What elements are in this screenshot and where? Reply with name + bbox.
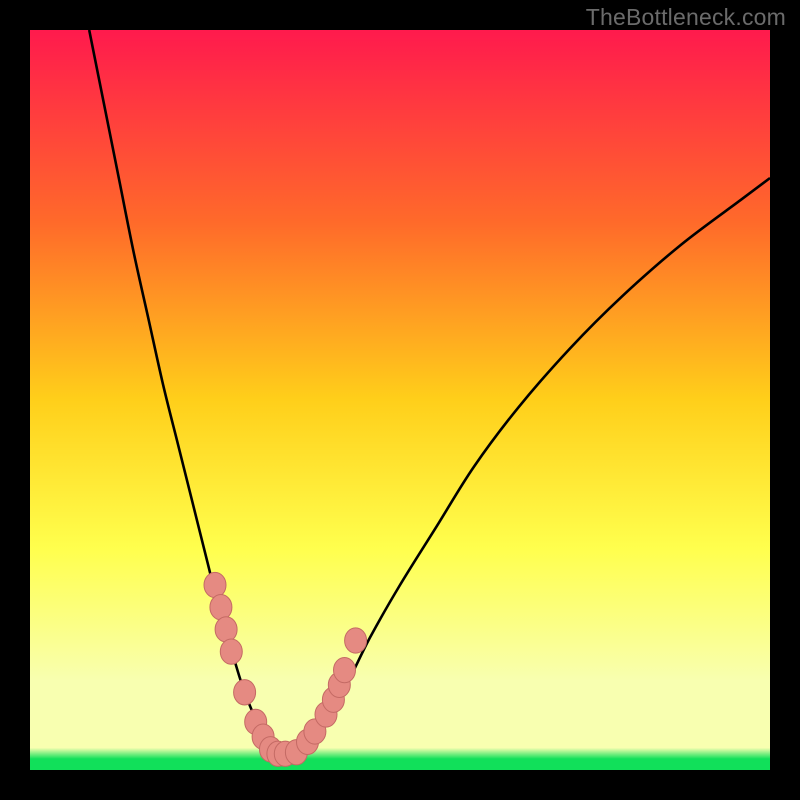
curve-layer: [30, 30, 770, 770]
plot-area: [30, 30, 770, 770]
watermark-text: TheBottleneck.com: [586, 4, 786, 31]
curve-marker: [334, 657, 356, 682]
curve-marker: [234, 680, 256, 705]
curve-marker: [220, 639, 242, 664]
curve-marker: [345, 628, 367, 653]
bottleneck-curve: [89, 30, 770, 754]
curve-marker: [210, 595, 232, 620]
chart-frame: TheBottleneck.com: [0, 0, 800, 800]
marker-group: [204, 572, 367, 766]
curve-marker: [204, 572, 226, 597]
curve-marker: [215, 617, 237, 642]
